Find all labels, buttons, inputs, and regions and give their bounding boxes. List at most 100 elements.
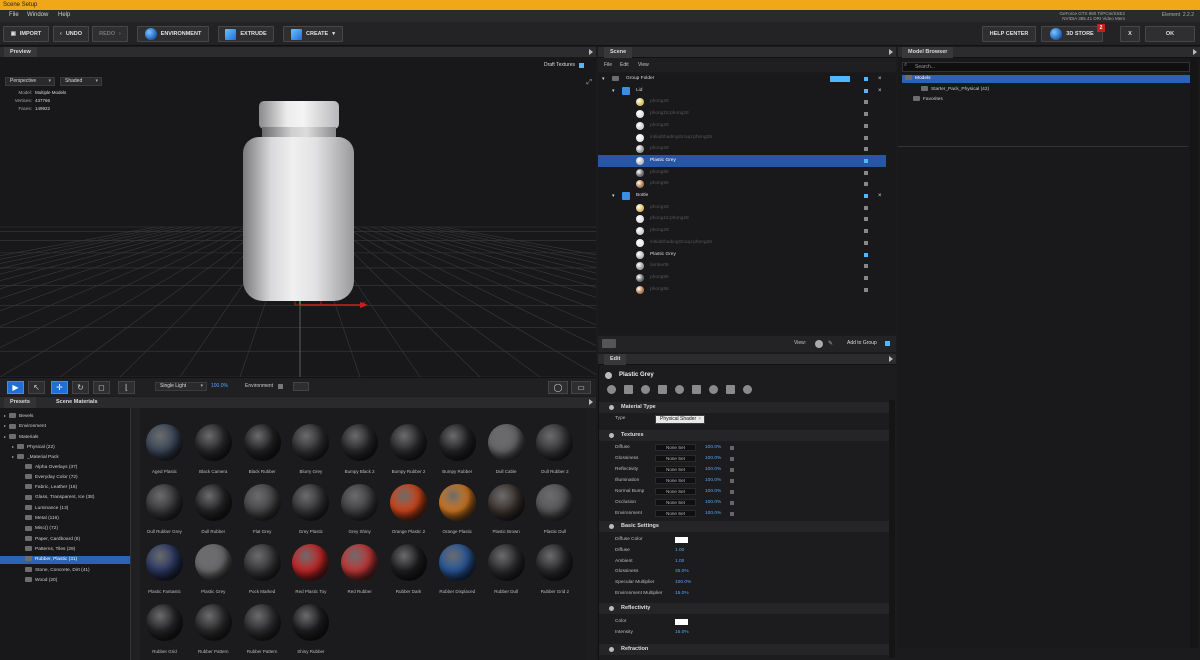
- menu-file[interactable]: File: [9, 12, 19, 18]
- scene-row[interactable]: phong28: [598, 96, 886, 108]
- texture-slot[interactable]: None Set: [655, 444, 696, 451]
- scene-row[interactable]: phong15:phong28: [598, 108, 886, 120]
- visibility-checkbox[interactable]: [864, 77, 868, 81]
- preset-item[interactable]: Misc() (72): [0, 525, 130, 533]
- texture-enable-checkbox[interactable]: [730, 446, 734, 450]
- preset-item[interactable]: Fabric, Leather (16): [0, 484, 130, 492]
- preset-item[interactable]: Glass, Transparent, Ice (38): [0, 494, 130, 502]
- edit-tool-icon[interactable]: [726, 385, 735, 394]
- brush-icon[interactable]: ✎: [828, 340, 833, 347]
- texture-slot[interactable]: None Set: [655, 455, 696, 462]
- camera-dropdown[interactable]: Perspective: [5, 77, 55, 86]
- environment-swatch[interactable]: [293, 382, 309, 391]
- shading-dropdown[interactable]: Shaded: [60, 77, 102, 86]
- material-swatch[interactable]: Bumpy Rubber: [433, 424, 482, 474]
- visibility-checkbox[interactable]: [864, 100, 868, 105]
- collapse-arrow-icon[interactable]: [889, 49, 893, 55]
- edit-tool-icon[interactable]: [743, 385, 752, 394]
- material-swatch[interactable]: Orange Plastic 2: [384, 484, 433, 534]
- visibility-checkbox[interactable]: [864, 287, 868, 292]
- tab-scene-materials[interactable]: Scene Materials: [50, 397, 104, 408]
- material-swatch[interactable]: Plastic Brown: [482, 484, 531, 534]
- model-browser-item[interactable]: Models: [902, 75, 1190, 83]
- reflect-intensity-value[interactable]: 15.0%: [675, 630, 689, 635]
- visibility-checkbox[interactable]: [864, 158, 868, 163]
- material-swatch[interactable]: Orange Plastic: [433, 484, 482, 534]
- collapse-arrow-icon[interactable]: [589, 49, 593, 55]
- material-swatch[interactable]: Grey Shiny: [335, 484, 384, 534]
- texture-strength[interactable]: 100.0%: [705, 445, 721, 450]
- texture-enable-checkbox[interactable]: [730, 468, 734, 472]
- texture-enable-checkbox[interactable]: [730, 457, 734, 461]
- material-swatch[interactable]: Bumpy Black 2: [335, 424, 384, 474]
- texture-strength[interactable]: 100.0%: [705, 456, 721, 461]
- material-swatch[interactable]: Dull Rubber 2: [530, 424, 579, 474]
- menu-window[interactable]: Window: [27, 12, 48, 18]
- tab-model-browser[interactable]: Model Browser: [902, 47, 954, 58]
- texture-slot[interactable]: None Set: [655, 488, 696, 495]
- scene-menu-edit[interactable]: Edit: [620, 62, 629, 68]
- splitter[interactable]: [131, 408, 140, 660]
- visibility-checkbox[interactable]: [864, 135, 868, 140]
- tab-presets[interactable]: Presets: [4, 397, 36, 408]
- model-browser-item[interactable]: Starter_Pack_Physical (42): [902, 85, 1190, 94]
- edit-tool-icon[interactable]: [675, 385, 684, 394]
- scene-row[interactable]: phong28: [598, 202, 886, 214]
- import-button[interactable]: ▣ IMPORT: [3, 26, 49, 42]
- basic-setting-value[interactable]: 1.00: [675, 559, 684, 564]
- scene-row[interactable]: phong96: [598, 178, 886, 190]
- visibility-checkbox[interactable]: [864, 182, 868, 187]
- create-button[interactable]: CREATE ▾: [283, 26, 343, 42]
- preset-item[interactable]: ▸ Bevels: [0, 412, 130, 420]
- scene-row[interactable]: Plastic Grey: [598, 249, 886, 261]
- visibility-checkbox[interactable]: [864, 194, 868, 198]
- texture-slot[interactable]: None Set: [655, 499, 696, 506]
- preset-item[interactable]: Metal (116): [0, 515, 130, 523]
- visibility-checkbox[interactable]: [864, 170, 868, 175]
- texture-strength[interactable]: 100.0%: [705, 511, 721, 516]
- visibility-checkbox[interactable]: [864, 252, 868, 257]
- preset-item[interactable]: ▸ Environment: [0, 422, 130, 430]
- reflect-color-swatch[interactable]: [675, 619, 688, 625]
- basic-setting-value[interactable]: 15.0%: [675, 591, 689, 596]
- edit-tool-icon[interactable]: [624, 385, 633, 394]
- visibility-checkbox[interactable]: [864, 123, 868, 128]
- preset-item[interactable]: Everyday Color (72): [0, 474, 130, 482]
- preset-item[interactable]: Paper, Cardboard (8): [0, 535, 130, 544]
- texture-strength[interactable]: 100.0%: [705, 500, 721, 505]
- visibility-checkbox[interactable]: [864, 112, 868, 117]
- material-swatch[interactable]: Aged Plastic: [140, 424, 189, 474]
- material-swatch[interactable]: Dull Cable: [482, 424, 531, 474]
- delete-icon[interactable]: ×: [878, 73, 882, 85]
- model-browser-item[interactable]: Favorites: [902, 96, 1190, 104]
- texture-strength[interactable]: 100.0%: [705, 489, 721, 494]
- basic-setting-value[interactable]: 1.00: [675, 548, 684, 553]
- edit-tool-icon[interactable]: [607, 385, 616, 394]
- scene-row[interactable]: phong28: [598, 120, 886, 132]
- environment-button[interactable]: ENVIRONMENT: [137, 26, 209, 42]
- material-swatch[interactable]: Rubber Grid 2: [530, 544, 579, 594]
- material-swatch[interactable]: Black Camera: [189, 424, 238, 474]
- expand-arrow-icon[interactable]: ▾: [612, 85, 615, 97]
- edit-tool-icon[interactable]: [709, 385, 718, 394]
- preset-item[interactable]: Wood (20): [0, 577, 130, 585]
- light-dropdown[interactable]: Single Light: [155, 382, 207, 391]
- basic-settings-section[interactable]: Basic Settings: [599, 521, 889, 532]
- texture-enable-checkbox[interactable]: [730, 479, 734, 483]
- material-swatch[interactable]: Bumpy Rubber 2: [384, 424, 433, 474]
- diffuse-color-swatch[interactable]: [675, 537, 688, 543]
- material-swatch[interactable]: Red Rubber: [335, 544, 384, 594]
- material-swatch[interactable]: Rubber Dull: [482, 544, 531, 594]
- scene-row[interactable]: Plastic Grey: [598, 154, 886, 167]
- collapse-arrow-icon[interactable]: [589, 399, 593, 405]
- visibility-checkbox[interactable]: [864, 205, 868, 210]
- expand-arrow-icon[interactable]: ▾: [612, 190, 615, 202]
- visibility-checkbox[interactable]: [864, 217, 868, 222]
- scene-row[interactable]: ▾ Group Folder ×: [598, 73, 886, 85]
- material-swatch[interactable]: Grey Plastic: [286, 484, 335, 534]
- 3d-viewport[interactable]: Y X Draft Textures ⤢ Perspective Shaded …: [0, 57, 596, 377]
- preset-item[interactable]: ▸ Physical (22): [0, 443, 130, 451]
- scene-row[interactable]: ▾ Bottle ×: [598, 190, 886, 202]
- select-tool-button[interactable]: ↖: [28, 381, 45, 394]
- material-swatch[interactable]: Dull Rubber Grey: [140, 484, 189, 534]
